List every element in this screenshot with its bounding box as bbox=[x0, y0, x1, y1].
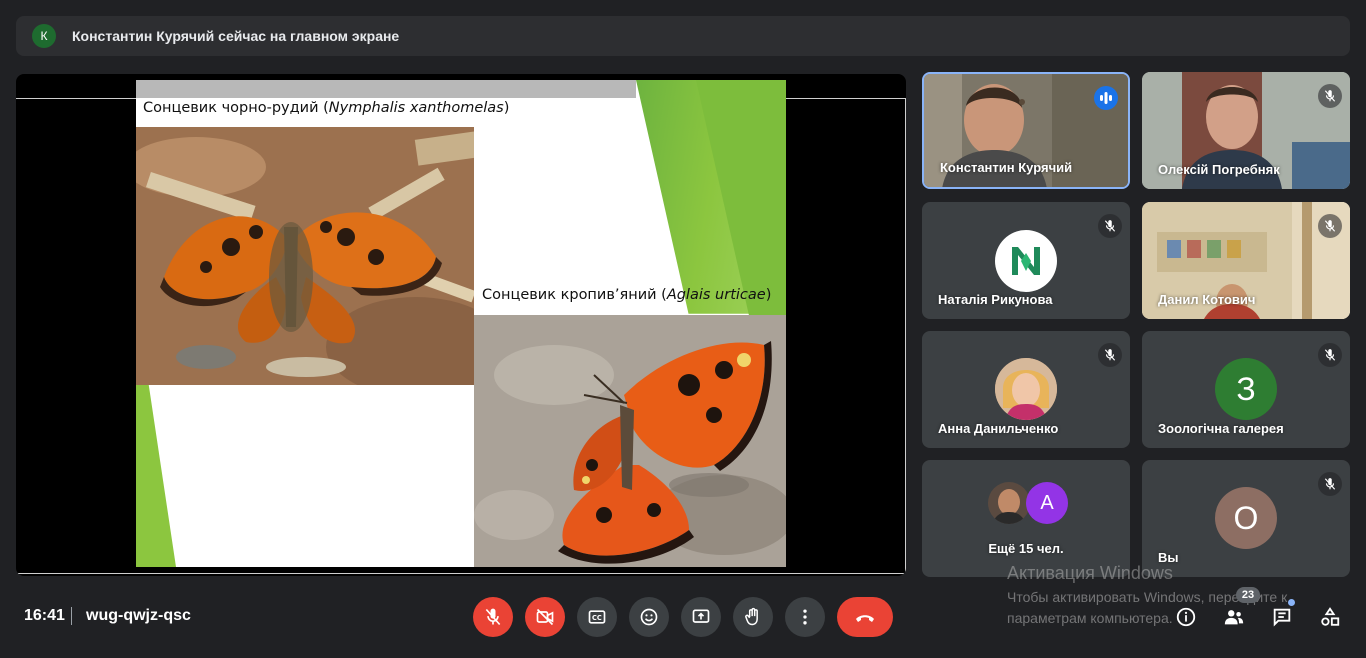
captions-button[interactable]: CC bbox=[577, 597, 617, 637]
present-button[interactable] bbox=[681, 597, 721, 637]
captions-icon: CC bbox=[588, 610, 606, 624]
slide-caption-1: Сонцевик чорно-рудий (Nymphalis xanthome… bbox=[143, 100, 510, 116]
participant-avatar: A bbox=[1026, 482, 1068, 524]
others-tile[interactable]: A Ещё 15 чел. bbox=[922, 460, 1130, 577]
mic-off-icon bbox=[1098, 214, 1122, 238]
participant-name: Наталія Рикунова bbox=[938, 292, 1053, 307]
mic-off-icon bbox=[485, 608, 501, 626]
raise-hand-button[interactable] bbox=[733, 597, 773, 637]
self-tile[interactable]: О Вы bbox=[1142, 460, 1350, 577]
stage-divider bbox=[16, 573, 906, 574]
presenting-banner-text: Константин Курячий сейчас на главном экр… bbox=[72, 28, 400, 44]
participant-name: Константин Курячий bbox=[940, 160, 1073, 175]
presenting-banner: К Константин Курячий сейчас на главном э… bbox=[16, 16, 1350, 56]
chat-button[interactable] bbox=[1270, 605, 1294, 629]
people-count-badge: 23 bbox=[1236, 587, 1260, 603]
participant-tile[interactable]: Анна Данильченко bbox=[922, 331, 1130, 448]
presentation-stage[interactable]: Сонцевик чорно-рудий (Nymphalis xanthome… bbox=[16, 74, 906, 576]
butterfly-photo-nymphalis bbox=[136, 127, 474, 385]
stage-divider bbox=[905, 98, 906, 574]
slide-caption-2: Сонцевик кропив’яний (Aglais urticae) bbox=[482, 287, 772, 303]
hand-icon bbox=[745, 607, 758, 626]
info-icon bbox=[1176, 607, 1196, 627]
mic-off-icon bbox=[1318, 84, 1342, 108]
mic-off-icon bbox=[1098, 343, 1122, 367]
participant-avatar bbox=[988, 482, 1030, 524]
meeting-details-button[interactable] bbox=[1174, 605, 1198, 629]
presenter-avatar: К bbox=[32, 24, 56, 48]
mic-off-icon bbox=[1318, 343, 1342, 367]
hang-up-icon bbox=[856, 615, 874, 622]
divider bbox=[71, 607, 72, 625]
participant-tile[interactable]: Наталія Рикунова bbox=[922, 202, 1130, 319]
participant-photo bbox=[988, 482, 1030, 524]
activities-button[interactable] bbox=[1318, 605, 1342, 629]
participant-avatar: З bbox=[1215, 358, 1277, 420]
chat-notification-dot bbox=[1288, 599, 1295, 606]
activities-icon bbox=[1321, 607, 1340, 626]
chat-icon bbox=[1273, 608, 1291, 627]
participant-name: Зоологічна галерея bbox=[1158, 421, 1284, 436]
emoji-icon bbox=[640, 608, 658, 626]
self-avatar: О bbox=[1215, 487, 1277, 549]
speaking-indicator-icon bbox=[1094, 86, 1118, 110]
participant-tile[interactable]: З Зоологічна галерея bbox=[1142, 331, 1350, 448]
others-count-label: Ещё 15 чел. bbox=[988, 541, 1064, 556]
n-logo-icon bbox=[1012, 247, 1040, 275]
clock: 16:41 bbox=[24, 607, 65, 624]
meet-window: К Константин Курячий сейчас на главном э… bbox=[0, 0, 1366, 658]
leave-call-button[interactable] bbox=[837, 597, 893, 637]
participant-tile[interactable]: Константин Курячий bbox=[922, 72, 1130, 189]
participant-avatar bbox=[995, 230, 1057, 292]
camera-toggle-button[interactable] bbox=[525, 597, 565, 637]
mic-toggle-button[interactable] bbox=[473, 597, 513, 637]
more-options-button[interactable] bbox=[785, 597, 825, 637]
present-screen-icon bbox=[692, 609, 710, 623]
participant-avatar bbox=[995, 358, 1057, 420]
mic-off-icon bbox=[1318, 472, 1342, 496]
presentation-slide: Сонцевик чорно-рудий (Nymphalis xanthome… bbox=[136, 80, 786, 567]
participant-tile[interactable]: Данил Котович bbox=[1142, 202, 1350, 319]
butterfly-photo-aglais bbox=[474, 315, 786, 567]
reactions-button[interactable] bbox=[629, 597, 669, 637]
participant-name: Данил Котович bbox=[1158, 292, 1256, 307]
slide-decoration bbox=[136, 380, 176, 567]
people-icon bbox=[1224, 610, 1244, 625]
participant-photo bbox=[995, 358, 1057, 420]
more-vert-icon bbox=[803, 609, 807, 625]
windows-activation-title: Активация Windows bbox=[1007, 563, 1173, 583]
meeting-code: wug-qwjz-qsc bbox=[86, 607, 191, 624]
mic-off-icon bbox=[1318, 214, 1342, 238]
participant-name: Олексій Погребняк bbox=[1158, 162, 1280, 177]
participant-name: Анна Данильченко bbox=[938, 421, 1059, 436]
camera-off-icon bbox=[536, 608, 554, 626]
svg-text:CC: CC bbox=[592, 614, 602, 622]
people-button[interactable] bbox=[1222, 605, 1246, 629]
participant-tile[interactable]: Олексій Погребняк bbox=[1142, 72, 1350, 189]
